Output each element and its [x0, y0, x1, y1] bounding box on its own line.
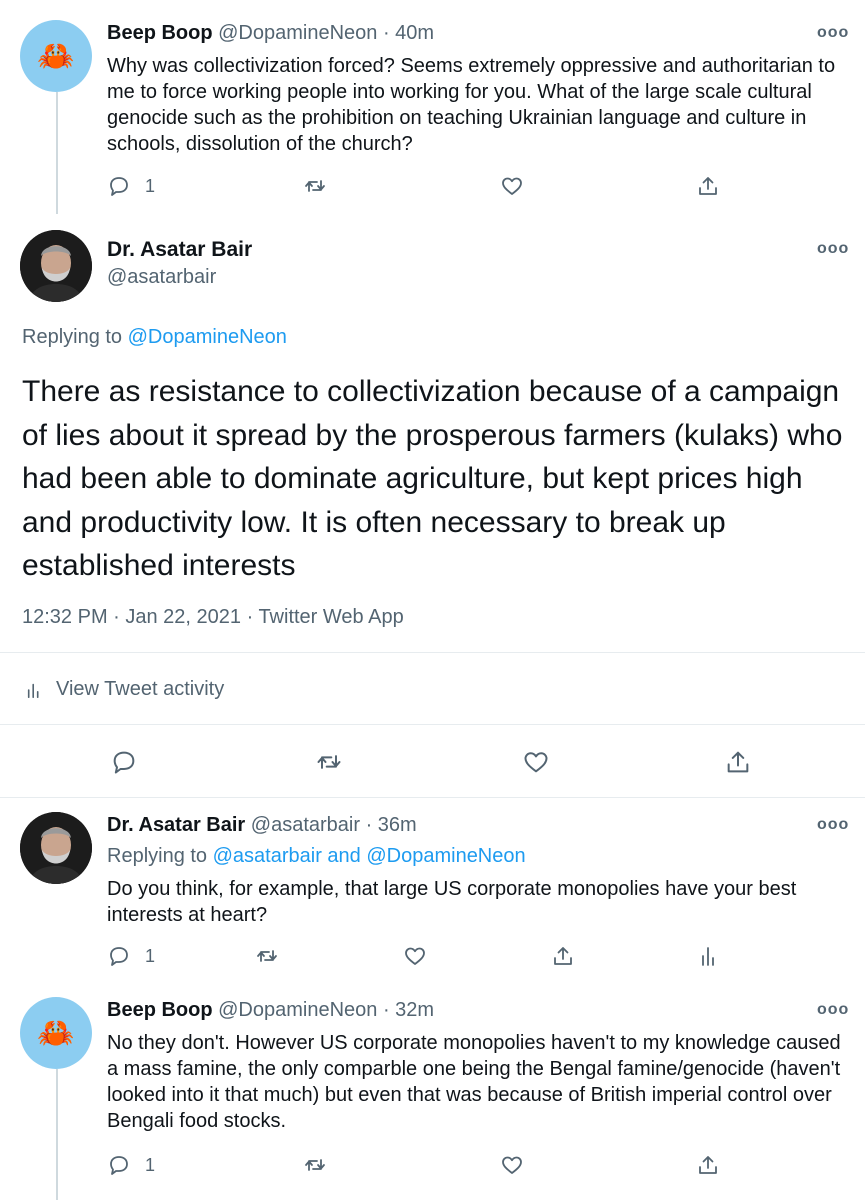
replying-to: Replying to @asatarbair and @DopamineNeo…: [107, 845, 526, 868]
tweet-time[interactable]: · 36m: [366, 814, 417, 836]
reply-count: 1: [145, 175, 156, 196]
user-handle[interactable]: @DopamineNeon: [218, 22, 377, 44]
profile-photo: [20, 812, 92, 884]
avatar[interactable]: 🦀: [20, 20, 92, 92]
reply-button[interactable]: 1: [107, 174, 155, 198]
heart-icon: [524, 752, 548, 773]
main-tweet-text: There as resistance to collectivization …: [22, 375, 843, 582]
replying-to-link[interactable]: @DopamineNeon: [128, 326, 287, 348]
share-button[interactable]: [696, 1153, 720, 1177]
reply-icon: [110, 1156, 128, 1175]
heart-icon: [502, 1156, 522, 1174]
share-icon: [699, 1156, 717, 1174]
share-button[interactable]: [551, 944, 575, 968]
thread-line: [56, 92, 58, 214]
share-button[interactable]: [724, 748, 752, 776]
heart-icon: [502, 177, 522, 195]
analytics-icon: [702, 947, 714, 966]
more-icon[interactable]: ooo: [817, 1001, 849, 1019]
retweet-icon: [317, 755, 341, 769]
tweet-header: Beep Boop @DopamineNeon · 32m: [107, 999, 434, 1022]
profile-photo: [20, 230, 92, 302]
reply-button[interactable]: [110, 748, 138, 776]
retweet-button[interactable]: [255, 944, 279, 968]
like-button[interactable]: [403, 944, 427, 968]
like-button[interactable]: [500, 1153, 524, 1177]
share-icon: [727, 751, 749, 773]
reply-icon: [113, 751, 135, 774]
analytics-button[interactable]: [698, 944, 722, 968]
avatar[interactable]: [20, 812, 92, 884]
tweet-time[interactable]: · 32m: [383, 999, 434, 1021]
replying-to-label: Replying to: [107, 845, 208, 867]
reply-count: 1: [145, 1154, 156, 1175]
more-icon[interactable]: ooo: [817, 24, 849, 42]
divider: [0, 797, 865, 798]
author-name[interactable]: Dr. Asatar Bair: [107, 238, 252, 262]
display-name[interactable]: Beep Boop: [107, 22, 213, 44]
more-icon[interactable]: ooo: [817, 240, 849, 258]
avatar[interactable]: [20, 230, 92, 302]
divider: [0, 652, 865, 653]
more-icon[interactable]: ooo: [817, 816, 849, 834]
display-name[interactable]: Beep Boop: [107, 999, 213, 1021]
thread-line: [56, 1069, 58, 1200]
retweet-button[interactable]: [315, 748, 343, 776]
reply-button[interactable]: 1: [107, 944, 155, 968]
tweet-text: Do you think, for example, that large US…: [107, 878, 797, 926]
view-activity-link[interactable]: View Tweet activity: [26, 678, 224, 701]
view-activity-label: View Tweet activity: [56, 678, 225, 700]
user-handle[interactable]: @DopamineNeon: [218, 999, 377, 1021]
tweet-header: Dr. Asatar Bair @asatarbair · 36m: [107, 814, 417, 837]
replying-to: Replying to @DopamineNeon: [22, 326, 287, 349]
share-button[interactable]: [696, 174, 720, 198]
crab-icon: 🦀: [37, 39, 75, 73]
display-name[interactable]: Dr. Asatar Bair: [107, 814, 245, 836]
replying-to-link[interactable]: @asatarbair and @DopamineNeon: [213, 845, 526, 867]
share-icon: [554, 947, 572, 965]
like-button[interactable]: [500, 174, 524, 198]
reply-icon: [110, 947, 128, 966]
retweet-button[interactable]: [303, 174, 327, 198]
tweet-text: Why was collectivization forced? Seems e…: [107, 55, 836, 155]
crab-icon: 🦀: [37, 1016, 75, 1050]
retweet-icon: [257, 950, 277, 962]
tweet-text: No they don't. However US corporate mono…: [107, 1032, 841, 1132]
reply-button[interactable]: 1: [107, 1153, 155, 1177]
user-handle[interactable]: @asatarbair: [251, 814, 360, 836]
heart-icon: [405, 947, 425, 965]
avatar[interactable]: 🦀: [20, 997, 92, 1069]
tweet-timestamp[interactable]: 12:32 PM · Jan 22, 2021 · Twitter Web Ap…: [22, 606, 404, 629]
replying-to-label: Replying to: [22, 326, 123, 348]
reply-count: 1: [145, 945, 156, 966]
reply-icon: [110, 177, 128, 196]
tweet-time[interactable]: · 40m: [383, 22, 434, 44]
analytics-icon: [27, 683, 39, 698]
tweet-header: Beep Boop @DopamineNeon · 40m: [107, 22, 434, 45]
like-button[interactable]: [522, 748, 550, 776]
retweet-button[interactable]: [303, 1153, 327, 1177]
share-icon: [699, 177, 717, 195]
divider: [0, 724, 865, 725]
retweet-icon: [305, 180, 325, 192]
retweet-icon: [305, 1159, 325, 1171]
author-handle[interactable]: @asatarbair: [107, 266, 216, 289]
